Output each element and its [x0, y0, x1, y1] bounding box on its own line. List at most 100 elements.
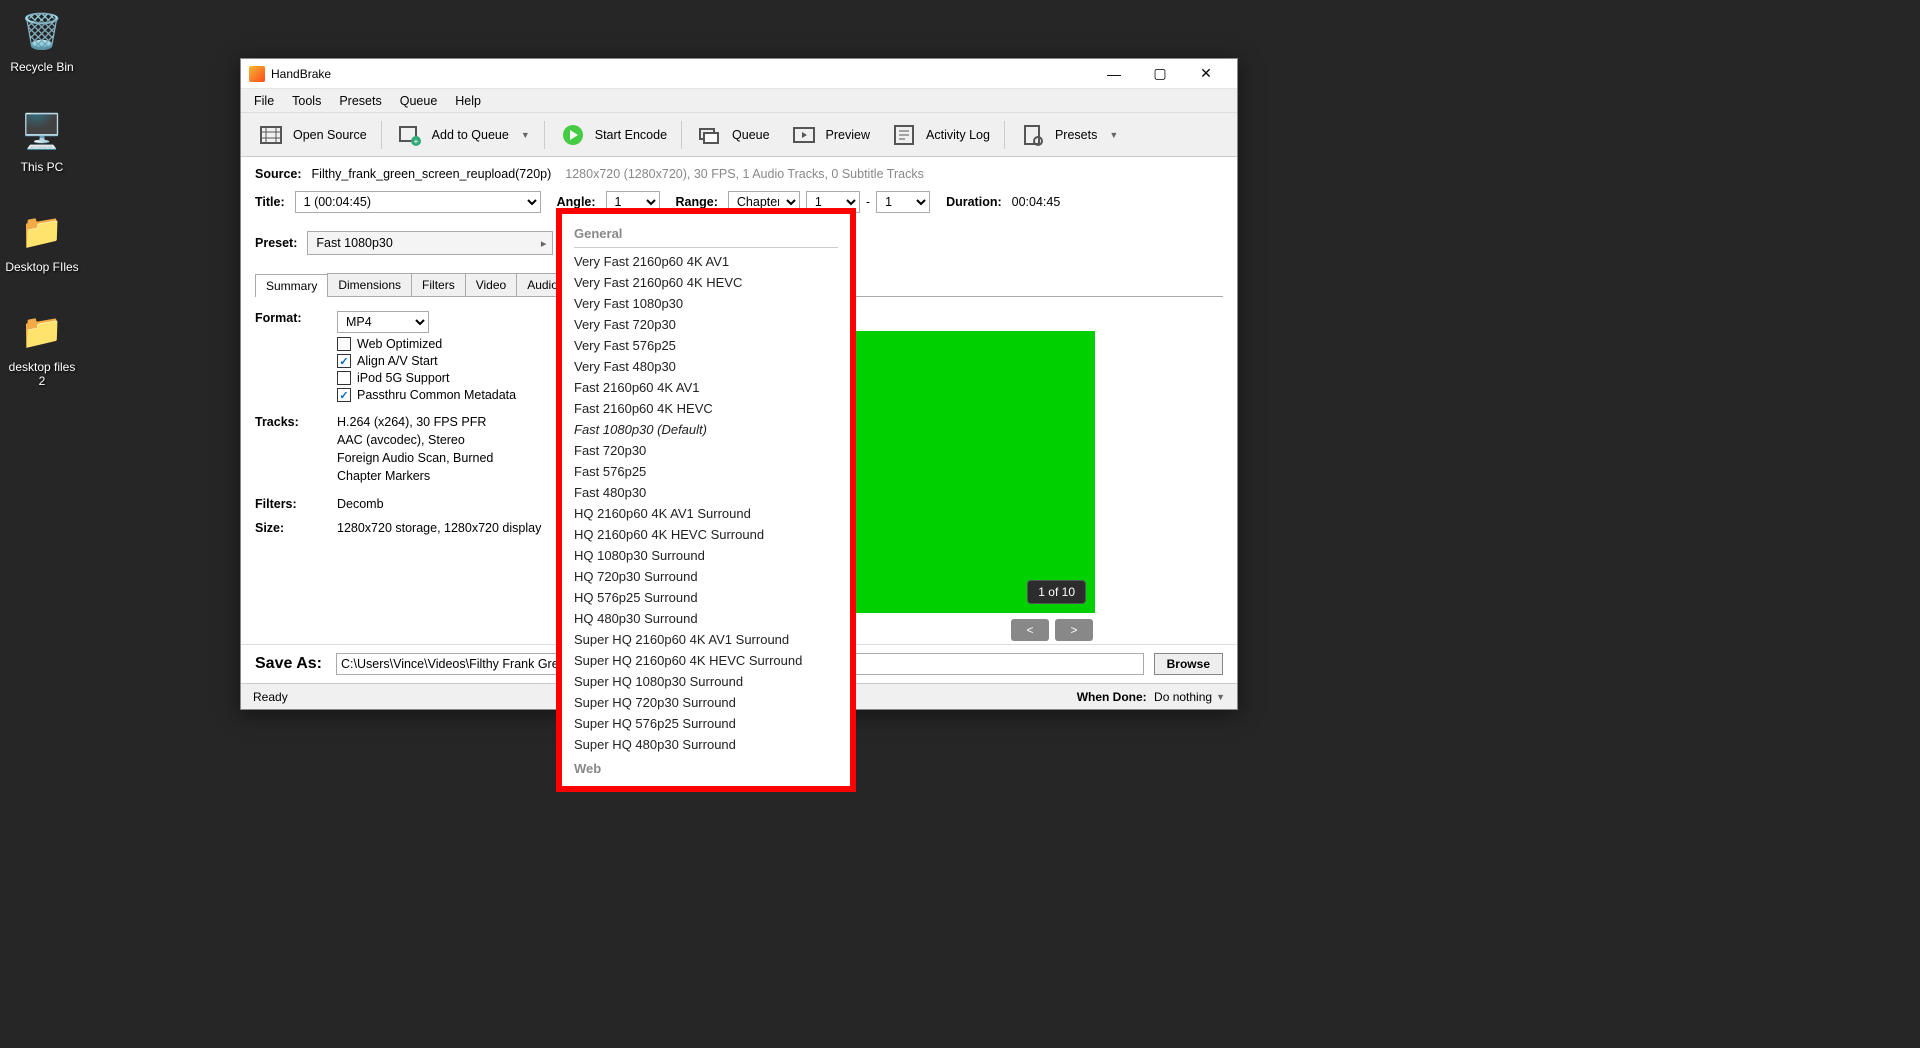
add-image-icon: + [396, 123, 424, 147]
source-name: Filthy_frank_green_screen_reupload(720p) [312, 167, 552, 181]
filters-value: Decomb [337, 497, 575, 511]
preset-item[interactable]: Fast 1080p30 (Default) [574, 419, 838, 440]
dropdown-arrow-icon[interactable]: ▼ [521, 130, 530, 140]
angle-label: Angle: [557, 195, 596, 209]
preset-picker[interactable]: Fast 1080p30 [307, 231, 553, 255]
format-label: Format: [255, 311, 337, 405]
checkbox-ipod-5g-support[interactable]: iPod 5G Support [337, 371, 575, 385]
preview-counter: 1 of 10 [1028, 581, 1085, 603]
preset-item[interactable]: Fast 720p30 [574, 440, 838, 461]
activity-log-button[interactable]: Activity Log [880, 119, 1000, 151]
presets-icon [1019, 123, 1047, 147]
preset-item[interactable]: Very Fast 2160p60 4K AV1 [574, 251, 838, 272]
log-icon [890, 123, 918, 147]
minimize-button[interactable]: — [1091, 59, 1137, 89]
preset-item[interactable]: HQ 720p30 Surround [574, 566, 838, 587]
close-button[interactable]: ✕ [1183, 59, 1229, 89]
filters-label: Filters: [255, 497, 337, 511]
preset-item[interactable]: Fast 576p25 [574, 461, 838, 482]
open-source-button[interactable]: Open Source [247, 119, 377, 151]
folder-icon: 📁 [18, 308, 66, 356]
play-icon [559, 123, 587, 147]
menu-queue[interactable]: Queue [391, 91, 447, 111]
titlebar[interactable]: HandBrake — ▢ ✕ [241, 59, 1237, 89]
preset-item[interactable]: Fast 480p30 [574, 482, 838, 503]
title-label: Title: [255, 195, 285, 209]
film-icon [257, 123, 285, 147]
maximize-button[interactable]: ▢ [1137, 59, 1183, 89]
size-value: 1280x720 storage, 1280x720 display [337, 521, 575, 535]
preview-icon [790, 123, 818, 147]
source-label: Source: [255, 167, 302, 181]
preview-button[interactable]: Preview [780, 119, 880, 151]
desktop-icon-this-pc[interactable]: 🖥️This PC [4, 108, 80, 174]
folder-icon: 📁 [18, 208, 66, 256]
checkbox-web-optimized[interactable]: Web Optimized [337, 337, 575, 351]
range-to-select[interactable]: 1 [876, 191, 930, 213]
desktop-icon-recycle-bin[interactable]: 🗑️Recycle Bin [4, 8, 80, 74]
start-encode-button[interactable]: Start Encode [549, 119, 677, 151]
preset-item[interactable]: Very Fast 720p30 [574, 314, 838, 335]
preset-item[interactable]: HQ 1080p30 Surround [574, 545, 838, 566]
title-select[interactable]: 1 (00:04:45) [295, 191, 541, 213]
tab-video[interactable]: Video [465, 273, 517, 296]
preset-item[interactable]: Very Fast 1080p30 [574, 293, 838, 314]
desktop-icon-desktop-files[interactable]: 📁Desktop FIles [4, 208, 80, 274]
queue-icon [696, 123, 724, 147]
chevron-down-icon[interactable]: ▼ [1216, 692, 1225, 702]
preset-item[interactable]: HQ 576p25 Surround [574, 587, 838, 608]
status-text: Ready [253, 690, 288, 704]
when-done-value[interactable]: Do nothing [1154, 690, 1212, 704]
preset-dropdown-popup: General Very Fast 2160p60 4K AV1Very Fas… [556, 208, 856, 792]
preset-item[interactable]: Fast 2160p60 4K HEVC [574, 398, 838, 419]
menubar: FileToolsPresetsQueueHelp [241, 89, 1237, 113]
add-queue-button[interactable]: + Add to Queue ▼ [386, 119, 540, 151]
preview-next-button[interactable]: > [1055, 619, 1093, 641]
preset-item[interactable]: Super HQ 576p25 Surround [574, 713, 838, 734]
svg-text:+: + [413, 137, 418, 146]
checkbox-icon: ✓ [337, 388, 351, 402]
handbrake-icon [249, 66, 265, 82]
window-title: HandBrake [271, 67, 331, 81]
preset-item[interactable]: Super HQ 1080p30 Surround [574, 671, 838, 692]
source-details: 1280x720 (1280x720), 30 FPS, 1 Audio Tra… [565, 167, 924, 181]
tracks-label: Tracks: [255, 415, 337, 487]
preset-item[interactable]: Very Fast 480p30 [574, 356, 838, 377]
preset-item[interactable]: Very Fast 576p25 [574, 335, 838, 356]
toolbar: Open Source + Add to Queue ▼ Start Encod… [241, 113, 1237, 157]
tracks-value: H.264 (x264), 30 FPS PFRAAC (avcodec), S… [337, 415, 575, 487]
folder-icon: 🖥️ [18, 108, 66, 156]
browse-button[interactable]: Browse [1154, 653, 1223, 675]
preset-item[interactable]: Super HQ 720p30 Surround [574, 692, 838, 713]
checkbox-align-a-v-start[interactable]: ✓Align A/V Start [337, 354, 575, 368]
preset-item[interactable]: Fast 2160p60 4K AV1 [574, 377, 838, 398]
range-dash: - [866, 195, 870, 209]
tab-dimensions[interactable]: Dimensions [327, 273, 412, 296]
save-as-label: Save As: [255, 655, 322, 673]
menu-presets[interactable]: Presets [330, 91, 390, 111]
duration-label: Duration: [946, 195, 1002, 209]
checkbox-passthru-common-metadata[interactable]: ✓Passthru Common Metadata [337, 388, 575, 402]
desktop-icon-desktop-files-2[interactable]: 📁desktop files 2 [4, 308, 80, 388]
menu-help[interactable]: Help [446, 91, 490, 111]
presets-button[interactable]: Presets ▼ [1009, 119, 1128, 151]
preset-item[interactable]: Super HQ 2160p60 4K AV1 Surround [574, 629, 838, 650]
dropdown-arrow-icon[interactable]: ▼ [1109, 130, 1118, 140]
menu-tools[interactable]: Tools [283, 91, 330, 111]
tab-summary[interactable]: Summary [255, 274, 328, 297]
checkbox-icon [337, 337, 351, 351]
preset-item[interactable]: HQ 2160p60 4K AV1 Surround [574, 503, 838, 524]
queue-button[interactable]: Queue [686, 119, 780, 151]
preset-item[interactable]: HQ 480p30 Surround [574, 608, 838, 629]
preset-item[interactable]: HQ 2160p60 4K HEVC Surround [574, 524, 838, 545]
preview-prev-button[interactable]: < [1011, 619, 1049, 641]
format-select[interactable]: MP4 [337, 311, 429, 333]
checkbox-icon: ✓ [337, 354, 351, 368]
menu-file[interactable]: File [245, 91, 283, 111]
folder-icon: 🗑️ [18, 8, 66, 56]
preset-item[interactable]: Very Fast 2160p60 4K HEVC [574, 272, 838, 293]
preset-item[interactable]: Super HQ 2160p60 4K HEVC Surround [574, 650, 838, 671]
duration-value: 00:04:45 [1012, 195, 1061, 209]
preset-item[interactable]: Super HQ 480p30 Surround [574, 734, 838, 755]
tab-filters[interactable]: Filters [411, 273, 466, 296]
